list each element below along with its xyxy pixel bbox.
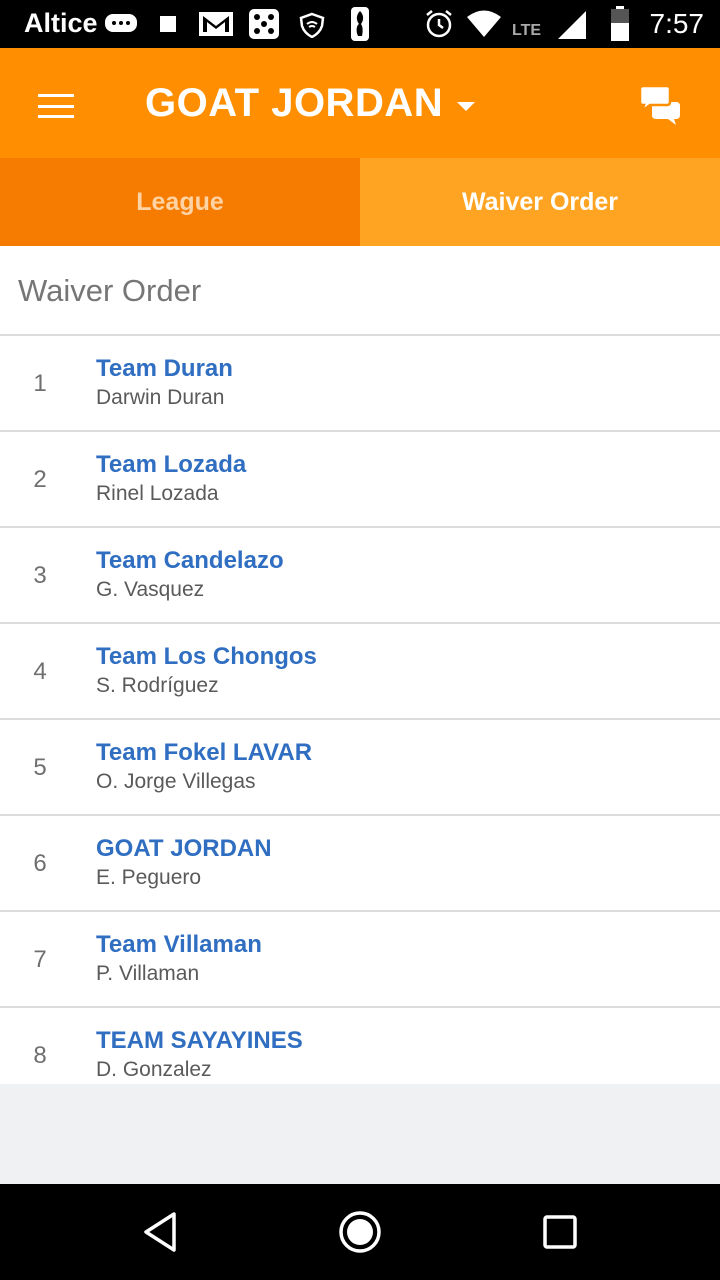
team-name-link[interactable]: Team Duran — [96, 355, 233, 383]
tab-league[interactable]: League — [0, 158, 360, 246]
owner-name: P. Villaman — [96, 962, 200, 985]
wifi-icon — [467, 10, 501, 37]
waiver-row[interactable]: 4 Team Los Chongos S. Rodríguez — [0, 624, 720, 720]
team-name-link[interactable]: Team Los Chongos — [96, 643, 317, 671]
owner-name: G. Vasquez — [96, 578, 205, 601]
owner-name: D. Gonzalez — [96, 1058, 212, 1081]
owner-name: E. Peguero — [96, 866, 202, 889]
waiver-row[interactable]: 1 Team Duran Darwin Duran — [0, 336, 720, 432]
app-bar: GOAT JORDAN — [0, 48, 720, 158]
nba-icon — [351, 7, 369, 41]
owner-name: Rinel Lozada — [96, 482, 219, 505]
waiver-rank: 7 — [33, 946, 47, 973]
network-type-label: LTE — [512, 22, 542, 39]
gmail-icon — [199, 12, 233, 36]
team-name-link[interactable]: TEAM SAYAYINES — [96, 1027, 303, 1055]
alarm-icon — [426, 10, 452, 38]
navigation-bar — [0, 1184, 720, 1280]
waiver-row[interactable]: 5 Team Fokel LAVAR O. Jorge Villegas — [0, 720, 720, 816]
waiver-rank: 8 — [33, 1042, 47, 1069]
waiver-row[interactable]: 3 Team Candelazo G. Vasquez — [0, 528, 720, 624]
waiver-rank: 6 — [33, 850, 47, 877]
signal-icon — [558, 11, 586, 39]
waiver-row[interactable]: 8 TEAM SAYAYINES D. Gonzalez — [0, 1008, 720, 1084]
waiver-rank: 1 — [33, 370, 47, 397]
recents-icon[interactable] — [538, 1210, 582, 1254]
status-bar: Altice LTE 7:57 — [0, 0, 720, 48]
waiver-rank: 4 — [33, 658, 47, 685]
team-name-link[interactable]: Team Lozada — [96, 451, 246, 479]
team-name-link[interactable]: Team Fokel LAVAR — [96, 739, 312, 767]
waiver-rank: 3 — [33, 562, 47, 589]
carrier-label: Altice — [24, 8, 98, 38]
battery-icon — [611, 6, 629, 41]
owner-name: S. Rodríguez — [96, 674, 219, 697]
team-name-link[interactable]: GOAT JORDAN — [96, 835, 272, 863]
waiver-row[interactable]: 2 Team Lozada Rinel Lozada — [0, 432, 720, 528]
section-title: Waiver Order — [0, 246, 720, 336]
waiver-rank: 2 — [33, 466, 47, 493]
waiver-rank: 5 — [33, 754, 47, 781]
message-icon — [105, 14, 137, 32]
team-selector[interactable]: GOAT JORDAN — [145, 80, 476, 126]
team-name-link[interactable]: Team Candelazo — [96, 547, 284, 575]
tab-bar: League Waiver Order — [0, 158, 720, 246]
square-notification-icon — [160, 16, 176, 32]
waiver-row[interactable]: 6 GOAT JORDAN E. Peguero — [0, 816, 720, 912]
waiver-order-panel: Waiver Order 1 Team Duran Darwin Duran 2… — [0, 246, 720, 1084]
clock-label: 7:57 — [649, 8, 705, 39]
owner-name: Darwin Duran — [96, 386, 225, 409]
menu-icon[interactable] — [38, 94, 74, 118]
app-title: GOAT JORDAN — [145, 80, 444, 125]
waiver-row[interactable]: 7 Team Villaman P. Villaman — [0, 912, 720, 1008]
chevron-down-icon — [457, 101, 476, 111]
owner-name: O. Jorge Villegas — [96, 770, 256, 793]
waiver-list: 1 Team Duran Darwin Duran 2 Team Lozada … — [0, 336, 720, 1084]
chat-icon[interactable] — [638, 86, 682, 126]
team-name-link[interactable]: Team Villaman — [96, 931, 262, 959]
tab-waiver-order[interactable]: Waiver Order — [360, 158, 720, 246]
back-icon[interactable] — [138, 1210, 182, 1254]
dice-icon — [249, 9, 279, 39]
home-icon[interactable] — [338, 1210, 382, 1254]
shield-wifi-icon — [299, 12, 325, 38]
